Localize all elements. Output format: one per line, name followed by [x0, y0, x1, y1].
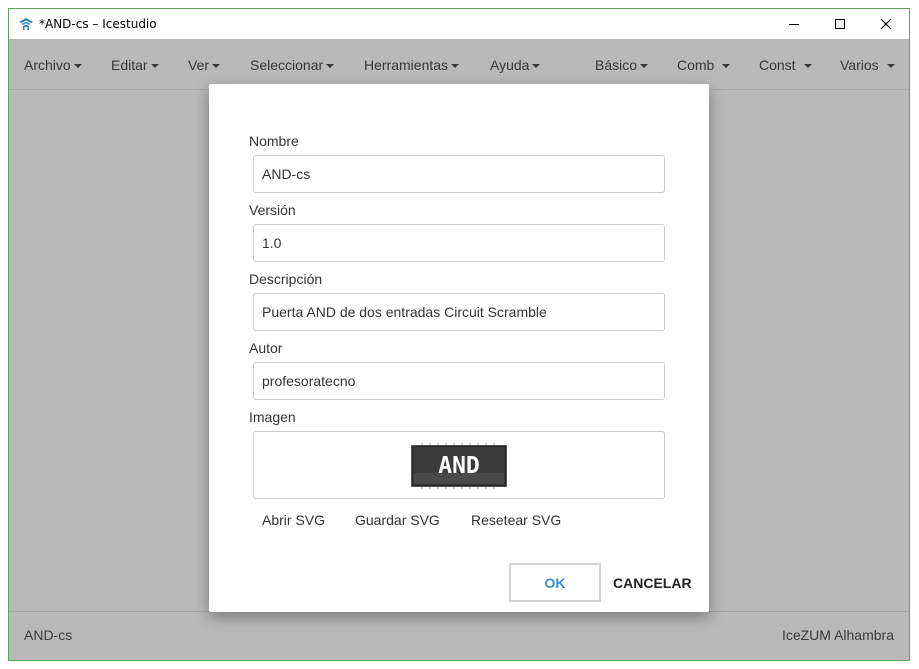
menu-varios[interactable]: Varios [840, 57, 895, 73]
ok-button[interactable]: OK [509, 563, 601, 602]
menu-ayuda[interactable]: Ayuda [490, 57, 541, 73]
author-label: Autor [249, 340, 283, 356]
caret-down-icon [886, 64, 895, 69]
chip-label: AND [438, 453, 480, 479]
save-svg-button[interactable]: Guardar SVG [355, 512, 440, 528]
menu-const[interactable]: Const [759, 57, 812, 73]
description-label: Descripción [249, 271, 323, 287]
caret-down-icon [150, 64, 159, 69]
caret-down-icon [212, 64, 221, 69]
minimize-button[interactable] [771, 9, 817, 39]
close-button[interactable] [863, 9, 909, 39]
menu-basico[interactable]: Básico [595, 57, 649, 73]
menu-bar: Archivo Editar Ver Seleccionar Herramien… [9, 39, 909, 90]
status-project-name: AND-cs [24, 627, 73, 643]
menu-comb[interactable]: Comb [677, 57, 731, 73]
title-bar: *AND-cs – Icestudio [9, 9, 909, 39]
status-board-name: IceZUM Alhambra [781, 627, 894, 643]
open-svg-button[interactable]: Abrir SVG [262, 512, 325, 528]
caret-down-icon [640, 64, 649, 69]
menu-seleccionar[interactable]: Seleccionar [250, 57, 335, 73]
project-info-dialog: Nombre Versión Descripción Autor Imagen … [209, 84, 709, 612]
menu-ver[interactable]: Ver [188, 57, 221, 73]
and-chip-image: AND [411, 443, 507, 489]
cancel-button[interactable]: CANCELAR [613, 563, 692, 602]
menu-herramientas[interactable]: Herramientas [364, 57, 460, 73]
version-input[interactable] [253, 224, 665, 262]
maximize-icon [835, 19, 845, 29]
icestudio-logo-icon [19, 18, 33, 30]
caret-down-icon [73, 64, 82, 69]
caret-down-icon [803, 64, 812, 69]
close-icon [880, 18, 892, 30]
window-title: *AND-cs – Icestudio [39, 17, 157, 31]
version-label: Versión [249, 202, 296, 218]
status-bar: AND-cs IceZUM Alhambra [9, 611, 909, 660]
caret-down-icon [532, 64, 541, 69]
caret-down-icon [451, 64, 460, 69]
caret-down-icon [326, 64, 335, 69]
author-input[interactable] [253, 362, 665, 400]
minimize-icon [789, 24, 799, 25]
name-input[interactable] [253, 155, 665, 193]
name-label: Nombre [249, 133, 299, 149]
caret-down-icon [722, 64, 731, 69]
maximize-button[interactable] [817, 9, 863, 39]
description-input[interactable] [253, 293, 665, 331]
image-preview: AND [253, 431, 665, 499]
menu-editar[interactable]: Editar [111, 57, 159, 73]
reset-svg-button[interactable]: Resetear SVG [471, 512, 561, 528]
image-label: Imagen [249, 409, 296, 425]
menu-archivo[interactable]: Archivo [24, 57, 82, 73]
